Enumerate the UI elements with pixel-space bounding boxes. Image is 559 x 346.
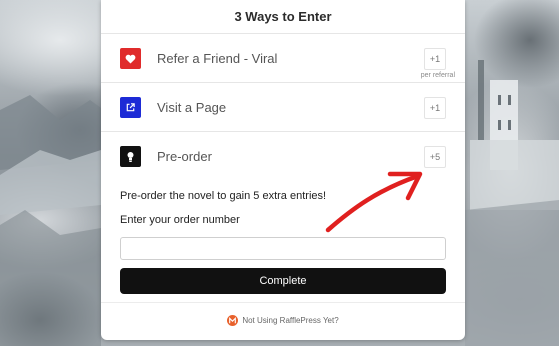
order-number-input[interactable] bbox=[120, 237, 446, 260]
external-link-icon bbox=[120, 97, 141, 118]
entry-refer-a-friend[interactable]: Refer a Friend - Viral +1 per referral bbox=[101, 34, 465, 83]
red-arrow-icon bbox=[325, 171, 423, 233]
entry-points-badge: +1 bbox=[424, 97, 446, 119]
footer-text: Not Using RafflePress Yet? bbox=[242, 315, 339, 325]
lightbulb-icon bbox=[120, 146, 141, 167]
order-number-label: Enter your order number bbox=[120, 214, 240, 226]
footer-divider bbox=[101, 302, 465, 303]
entry-points-badge: +1 bbox=[424, 48, 446, 70]
entry-label: Visit a Page bbox=[157, 100, 227, 115]
complete-button[interactable]: Complete bbox=[120, 268, 446, 294]
widget-title: 3 Ways to Enter bbox=[101, 0, 465, 34]
entry-visit-a-page[interactable]: Visit a Page +1 bbox=[101, 83, 465, 132]
rafflepress-logo-icon bbox=[227, 314, 239, 326]
preorder-description: Pre-order the novel to gain 5 extra entr… bbox=[120, 190, 327, 202]
entry-label: Refer a Friend - Viral bbox=[157, 51, 278, 66]
entry-points-sub: per referral bbox=[420, 72, 455, 79]
entry-label: Pre-order bbox=[157, 149, 212, 164]
entry-points-badge: +5 bbox=[424, 146, 446, 168]
rafflepress-footer-link[interactable]: Not Using RafflePress Yet? bbox=[101, 312, 465, 328]
heart-icon bbox=[120, 48, 141, 69]
